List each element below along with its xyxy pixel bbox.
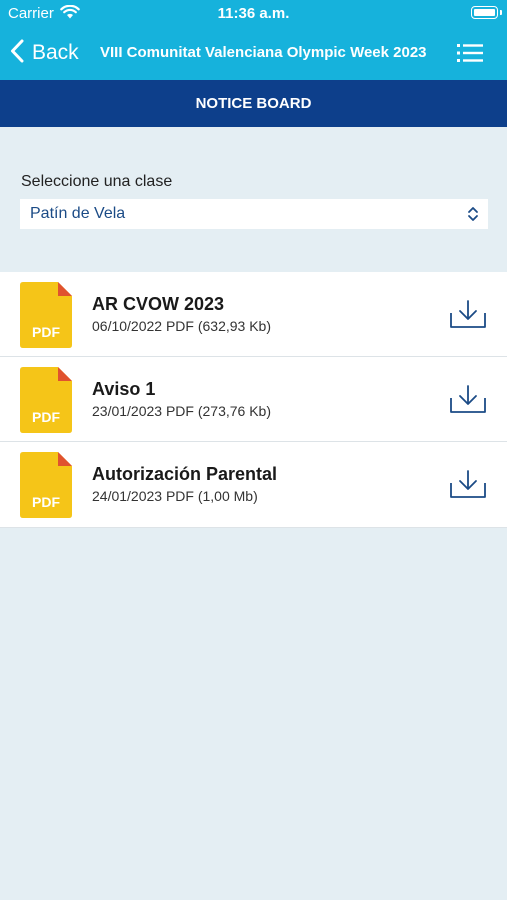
pdf-file-icon: PDF	[20, 367, 72, 433]
document-row[interactable]: PDF Aviso 1 23/01/2023 PDF (273,76 Kb)	[0, 357, 507, 442]
section-header: NOTICE BOARD	[0, 80, 507, 127]
pdf-file-icon: PDF	[20, 452, 72, 518]
chevron-up-down-icon	[467, 206, 479, 227]
document-meta: 06/10/2022 PDF (632,93 Kb)	[92, 318, 272, 334]
download-button[interactable]	[449, 384, 487, 414]
class-picker-label: Seleccione una clase	[21, 173, 173, 190]
clock: 11:36 a.m.	[217, 5, 290, 22]
chevron-left-icon	[10, 39, 24, 68]
document-row[interactable]: PDF Autorización Parental 24/01/2023 PDF…	[0, 442, 507, 528]
list-menu-icon	[457, 44, 483, 66]
pdf-file-icon: PDF	[20, 282, 72, 348]
back-button[interactable]: Back	[10, 38, 79, 68]
battery-icon	[471, 6, 502, 19]
class-select[interactable]: Patín de Vela	[20, 199, 488, 229]
download-icon	[449, 470, 487, 503]
document-meta: 24/01/2023 PDF (1,00 Mb)	[92, 488, 258, 504]
pdf-icon-label: PDF	[32, 324, 60, 340]
document-title: Autorización Parental	[92, 464, 278, 484]
document-title: AR CVOW 2023	[92, 294, 225, 314]
download-icon	[449, 300, 487, 333]
document-title: Aviso 1	[92, 379, 156, 399]
status-bar: Carrier 11:36 a.m.	[0, 0, 507, 28]
document-row[interactable]: PDF AR CVOW 2023 06/10/2022 PDF (632,93 …	[0, 272, 507, 357]
menu-button[interactable]	[457, 44, 483, 67]
download-button[interactable]	[449, 469, 487, 499]
pdf-icon-label: PDF	[32, 409, 60, 425]
navigation-bar: Carrier 11:36 a.m. Back VIII Comunitat V…	[0, 0, 507, 80]
class-select-value: Patín de Vela	[30, 205, 126, 222]
document-meta: 23/01/2023 PDF (273,76 Kb)	[92, 403, 272, 419]
back-label: Back	[32, 41, 79, 64]
page-title: VIII Comunitat Valenciana Olympic Week 2…	[100, 44, 427, 61]
download-icon	[449, 385, 487, 418]
pdf-icon-label: PDF	[32, 494, 60, 510]
document-list: PDF AR CVOW 2023 06/10/2022 PDF (632,93 …	[0, 272, 507, 528]
download-button[interactable]	[449, 299, 487, 329]
